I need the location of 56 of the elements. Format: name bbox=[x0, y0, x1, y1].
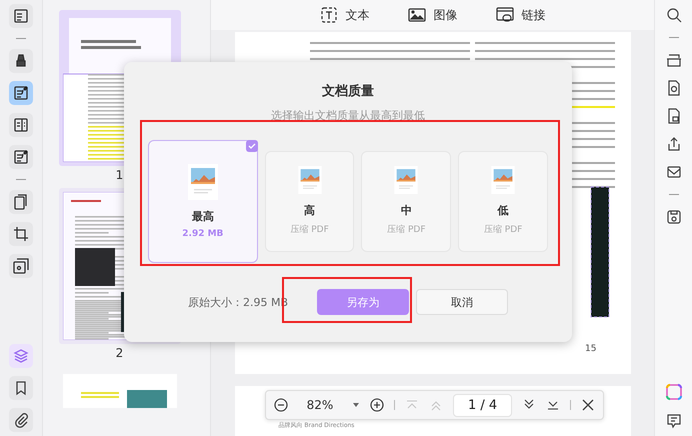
option-detail: 压缩 PDF bbox=[484, 224, 522, 236]
option-title: 低 bbox=[498, 203, 509, 218]
quality-option-card[interactable]: 中 压缩 PDF bbox=[361, 150, 452, 252]
quality-option-card[interactable]: 最高 2.92 MB bbox=[148, 140, 258, 262]
document-image-icon bbox=[394, 166, 418, 194]
layers-icon[interactable] bbox=[9, 344, 33, 368]
watermark-tool-icon[interactable] bbox=[9, 254, 33, 278]
ai-logo-icon[interactable] bbox=[664, 383, 682, 401]
highlighter-tool-icon[interactable] bbox=[9, 49, 33, 73]
page-number: 2 bbox=[116, 346, 124, 360]
document-image-icon bbox=[298, 166, 322, 194]
option-detail: 压缩 PDF bbox=[290, 224, 329, 236]
close-icon[interactable] bbox=[581, 398, 596, 412]
text-box-icon bbox=[320, 7, 338, 23]
quality-option-card[interactable]: 高 压缩 PDF bbox=[264, 150, 354, 252]
zoom-out-icon[interactable] bbox=[274, 398, 288, 412]
option-detail: 压缩 PDF bbox=[387, 224, 426, 236]
zoom-level[interactable]: 82% bbox=[298, 398, 342, 412]
option-detail: 2.92 MB bbox=[182, 228, 224, 238]
save-icon[interactable] bbox=[666, 209, 682, 225]
option-title: 中 bbox=[400, 203, 412, 218]
quality-option-card[interactable]: 低 压缩 PDF bbox=[458, 150, 548, 252]
document-image-icon bbox=[491, 166, 516, 194]
bookmark-icon[interactable] bbox=[9, 376, 33, 400]
search-icon[interactable] bbox=[666, 7, 682, 23]
crop-tool-icon[interactable] bbox=[9, 222, 33, 246]
browser-link-icon bbox=[496, 7, 514, 23]
text-tool-button[interactable]: 文本 bbox=[320, 6, 370, 24]
share-icon[interactable] bbox=[666, 136, 682, 152]
file-convert-icon[interactable] bbox=[666, 80, 682, 96]
mail-icon[interactable] bbox=[666, 164, 682, 180]
dialog-subtitle: 选择输出文档质量从最高到最低 bbox=[271, 108, 425, 123]
image-tool-button[interactable]: 图像 bbox=[408, 6, 458, 24]
image-icon bbox=[408, 7, 426, 23]
pages-tool-icon[interactable] bbox=[9, 190, 33, 214]
cancel-button[interactable]: 取消 bbox=[416, 289, 508, 315]
option-title: 最高 bbox=[192, 208, 214, 224]
link-tool-button[interactable]: 链接 bbox=[496, 6, 546, 24]
page-number: 1 bbox=[116, 168, 124, 182]
document-image-icon bbox=[188, 164, 218, 200]
columns-tool-icon[interactable] bbox=[9, 113, 33, 137]
zoom-in-icon[interactable] bbox=[370, 398, 384, 412]
file-lock-icon[interactable] bbox=[666, 108, 682, 124]
reader-tool-icon[interactable] bbox=[9, 4, 33, 28]
dialog-title: 文档质量 bbox=[322, 82, 374, 100]
option-title: 高 bbox=[304, 203, 316, 218]
caret-icon[interactable] bbox=[352, 402, 360, 408]
page-thumbnail[interactable] bbox=[62, 374, 176, 408]
edit-tool-icon[interactable] bbox=[9, 81, 33, 105]
comment-icon[interactable] bbox=[666, 413, 682, 429]
checkmark-icon bbox=[246, 140, 258, 152]
scanner-icon[interactable] bbox=[666, 52, 682, 68]
form-tool-icon[interactable] bbox=[9, 145, 33, 169]
page-number: 15 bbox=[585, 344, 596, 354]
page-field[interactable]: 1 / 4 bbox=[453, 394, 512, 416]
attachment-icon[interactable] bbox=[9, 408, 33, 432]
